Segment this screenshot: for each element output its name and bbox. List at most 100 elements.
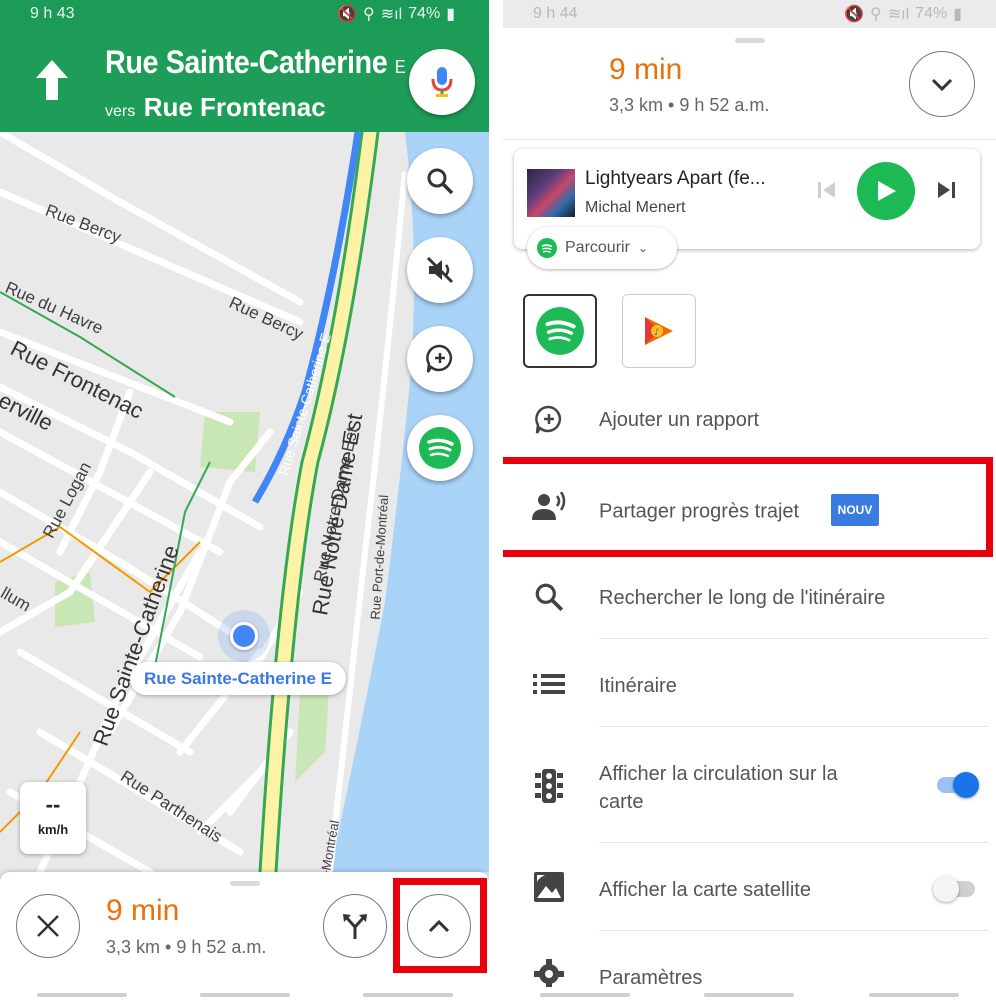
battery-icon: ▮	[446, 6, 455, 23]
menu-item-itinerary[interactable]: Itinéraire	[503, 662, 996, 712]
satellite-toggle[interactable]	[933, 876, 975, 902]
chevron-down-icon	[931, 78, 953, 91]
speed-unit: km/h	[37, 822, 69, 837]
battery-level: 74%	[915, 5, 948, 22]
status-icons: 🔇 ⚲ ≋ıl 74% ▮	[844, 4, 962, 24]
play-music-icon: ♪	[645, 317, 673, 345]
separator-dot: •	[668, 95, 680, 115]
eta-minutes: 9 min	[106, 894, 180, 927]
status-time: 9 h 43	[30, 5, 75, 22]
mute-status-icon: 🔇	[337, 6, 358, 23]
navigation-header: Rue Sainte-Catherine E vers Rue Frontena…	[0, 28, 489, 132]
nav-pill	[36, 993, 127, 997]
toward-label: vers	[105, 103, 136, 120]
system-nav-bar	[0, 987, 489, 1003]
search-icon	[427, 168, 454, 195]
status-icons: 🔇 ⚲ ≋ıl 74% ▮	[337, 4, 455, 24]
track-title: Lightyears Apart (fe...	[585, 168, 766, 189]
trip-distance: 3,3 km	[609, 95, 664, 115]
highlight-expand-button	[393, 878, 487, 973]
spotify-icon	[419, 427, 461, 469]
battery-level: 74%	[408, 5, 441, 22]
menu-item-satellite[interactable]: Afficher la carte satellite	[503, 865, 996, 915]
add-report-button[interactable]	[407, 326, 473, 392]
media-player-card: Lightyears Apart (fe... Michal Menert Pa…	[514, 149, 980, 269]
wifi-signal-icon: ≋ıl	[887, 6, 910, 23]
menu-label: Itinéraire	[599, 675, 677, 697]
toward-line: vers Rue Frontenac	[105, 92, 326, 123]
drag-handle[interactable]	[734, 38, 765, 43]
voice-search-button[interactable]	[409, 49, 475, 115]
current-street-label: Rue Sainte-Catherine E	[130, 662, 346, 695]
chevron-down-icon: ⌄	[637, 241, 648, 255]
wifi-signal-icon: ≋ıl	[380, 6, 403, 23]
eta-details: 3,3 km • 9 h 52 a.m.	[609, 95, 769, 116]
album-art	[527, 169, 575, 217]
toggle-knob	[933, 876, 959, 902]
exit-navigation-button[interactable]	[16, 894, 80, 958]
navigation-screen: 9 h 43 🔇 ⚲ ≋ıl 74% ▮ Rue Sainte-Catherin…	[0, 0, 489, 1003]
highlight-share-trip	[503, 457, 993, 557]
previous-track-icon[interactable]	[816, 179, 838, 201]
play-music-app-tile[interactable]: ♪	[622, 294, 696, 368]
menu-label: Afficher la carte satellite	[599, 879, 811, 901]
list-icon	[529, 664, 569, 704]
eta-minutes: 9 min	[609, 53, 683, 86]
mute-button[interactable]	[407, 237, 473, 303]
divider	[599, 930, 988, 931]
nav-pill	[199, 993, 290, 997]
microphone-icon	[431, 67, 453, 97]
alternate-routes-button[interactable]	[323, 894, 387, 958]
spotify-button[interactable]	[407, 415, 473, 481]
status-time: 9 h 44	[533, 5, 578, 22]
speed-value: --	[45, 792, 61, 817]
divider	[503, 139, 996, 140]
browse-chip[interactable]: Parcourir ⌄	[527, 227, 677, 269]
eta-details: 3,3 km • 9 h 52 a.m.	[106, 937, 266, 958]
spotify-app-tile[interactable]	[523, 294, 597, 368]
menu-label: Afficher la circulation sur la carte	[599, 760, 838, 816]
track-artist: Michal Menert	[585, 199, 686, 216]
menu-item-show-traffic[interactable]: Afficher la circulation sur la carte	[503, 750, 996, 825]
divider	[599, 726, 988, 727]
nav-pill	[704, 993, 795, 997]
route-fork-icon	[343, 914, 367, 939]
volume-off-icon	[426, 256, 454, 284]
status-bar: 9 h 43 🔇 ⚲ ≋ıl 74% ▮	[0, 0, 489, 28]
expanded-trip-sheet: 9 h 44 🔇 ⚲ ≋ıl 74% ▮ 9 min 3,3 km • 9 h …	[503, 0, 996, 1003]
system-nav-bar	[503, 987, 996, 1003]
satellite-image-icon	[529, 867, 569, 907]
toward-street: Rue Frontenac	[143, 92, 326, 122]
spotify-icon	[537, 238, 557, 258]
traffic-light-icon	[529, 766, 569, 806]
next-street-name: Rue Sainte-Catherine	[105, 44, 388, 80]
location-status-icon: ⚲	[363, 6, 375, 23]
nav-pill	[362, 993, 453, 997]
mute-status-icon: 🔇	[844, 6, 865, 23]
separator-dot: •	[165, 937, 177, 957]
map-view[interactable]: Rue Bercy Rue Bercy Rue du Havre Rue Fro…	[0, 132, 489, 872]
drag-handle[interactable]	[229, 881, 260, 886]
search-button[interactable]	[407, 148, 473, 214]
play-button[interactable]	[857, 162, 915, 220]
nav-pill	[868, 993, 959, 997]
browse-label: Parcourir	[565, 239, 630, 256]
location-status-icon: ⚲	[870, 6, 882, 23]
status-bar: 9 h 44 🔇 ⚲ ≋ıl 74% ▮	[503, 0, 996, 28]
battery-icon: ▮	[953, 6, 962, 23]
divider	[599, 638, 988, 639]
collapse-sheet-button[interactable]	[909, 51, 975, 117]
add-report-icon	[529, 400, 569, 440]
nav-pill	[540, 993, 631, 997]
traffic-toggle[interactable]	[937, 772, 979, 798]
next-track-icon[interactable]	[935, 179, 957, 201]
menu-item-search-along-route[interactable]: Rechercher le long de l'itinéraire	[503, 575, 996, 625]
menu-label: Rechercher le long de l'itinéraire	[599, 587, 886, 609]
svg-text:♪: ♪	[654, 328, 660, 338]
menu-item-add-report[interactable]: Ajouter un rapport	[503, 398, 996, 448]
search-icon	[529, 577, 569, 617]
toggle-knob	[953, 772, 979, 798]
close-icon	[37, 915, 59, 937]
menu-label-line: Afficher la circulation sur la	[599, 763, 838, 785]
menu-label: Ajouter un rapport	[599, 409, 760, 431]
